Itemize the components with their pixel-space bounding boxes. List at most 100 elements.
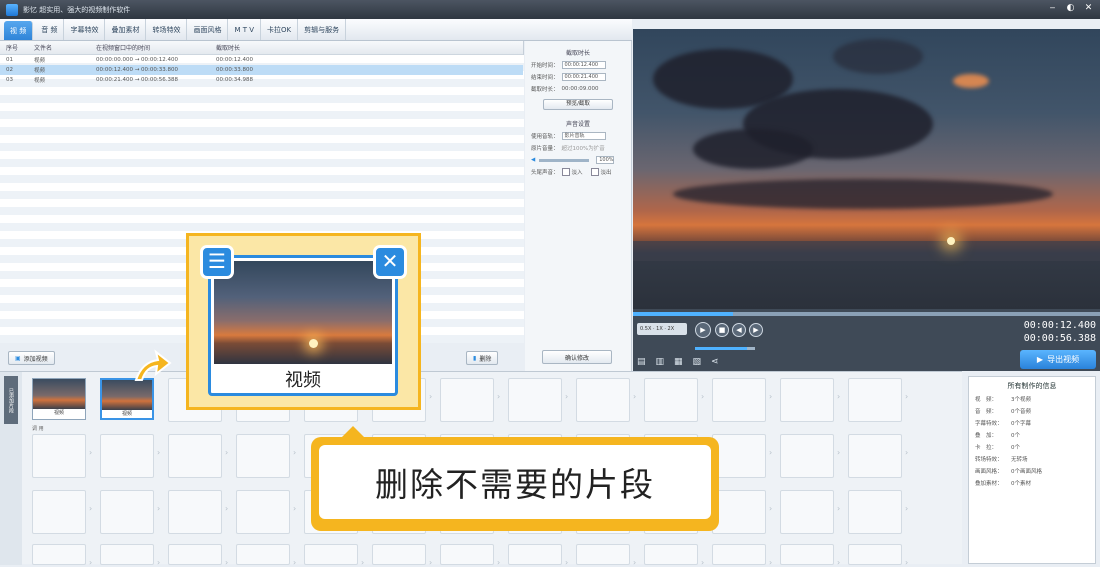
timeline-empty-slot[interactable] [440,378,494,422]
timeline-empty-slot[interactable] [100,544,154,565]
tab-transition[interactable]: 转场特效 [146,19,188,40]
tab-overlay[interactable]: 叠加素材 [105,19,147,40]
prev-frame-icon[interactable]: ◀ [732,323,746,337]
timeline-empty-slot[interactable] [168,434,222,478]
timeline-clip[interactable]: 视频 [100,378,154,420]
tab-mtv[interactable]: M T V [228,19,262,40]
timeline-empty-slot[interactable] [712,490,766,534]
timeline-empty-slot[interactable] [644,544,698,565]
timeline-clip[interactable]: 视频 [32,378,86,420]
timeline-empty-slot[interactable] [508,378,562,422]
timeline-empty-slot[interactable] [372,544,426,565]
save-icon[interactable]: ▦ [674,357,683,367]
section-clip-duration: 截取时长 [565,50,590,57]
chevron-right-icon: › [905,448,909,457]
volume-slider-player[interactable] [695,347,755,350]
timeline-empty-slot[interactable] [168,544,222,565]
timeline-empty-slot[interactable] [848,544,902,565]
timeline-empty-slot[interactable] [100,434,154,478]
timeline-empty-slot[interactable] [236,434,290,478]
chevron-right-icon: › [701,392,705,401]
volume-field[interactable]: 100% [596,156,615,164]
tab-service[interactable]: 剪辑与服务 [298,19,347,40]
timeline-empty-slot[interactable] [780,544,834,565]
close-icon[interactable]: ✕ [1083,3,1094,14]
info-row: 画面风格： 0个画面风格 [975,469,1042,475]
timeline-empty-slot[interactable] [32,490,86,534]
tab-audio[interactable]: 音 频 [35,19,65,40]
add-video-button[interactable]: ▣ 添加视频 [8,351,55,365]
open-icon[interactable]: ▥ [656,357,665,367]
end-time-field[interactable]: 00:00:21.400 [561,73,606,81]
timeline-empty-slot[interactable] [848,490,902,534]
timeline-empty-slot[interactable] [644,378,698,422]
restore-icon[interactable]: ◐ [1065,3,1076,14]
timeline-empty-slot[interactable] [576,378,630,422]
timeline-empty-slot[interactable] [712,378,766,422]
chevron-right-icon: › [837,504,841,513]
timeline-empty-slot[interactable] [32,434,86,478]
speed-control[interactable]: 0.5X · 1X · 2X [637,323,687,335]
playback-progress[interactable] [633,312,1100,316]
timeline-empty-slot[interactable] [780,434,834,478]
tab-video[interactable]: 视 频 [4,21,34,40]
timeline-empty-slot[interactable] [576,544,630,565]
timeline-empty-slot[interactable] [508,544,562,565]
share-icon[interactable]: ⋖ [711,357,719,367]
delete-button[interactable]: ▮ 删除 [466,351,499,365]
zoomed-clip-card[interactable]: 视频 [208,255,398,396]
list-icon[interactable]: ☰ [200,245,234,279]
tab-karaoke[interactable]: 卡拉OK [261,19,299,40]
timeline-empty-slot[interactable] [848,378,902,422]
minimize-icon[interactable]: ‒ [1047,3,1058,14]
next-frame-icon[interactable]: ▶ [749,323,763,337]
info-row: 叠 加： 0个 [975,433,1020,439]
chevron-right-icon: › [565,558,569,567]
timeline-empty-slot[interactable] [780,490,834,534]
tab-style[interactable]: 画面风格 [187,19,229,40]
timeline-empty-slot[interactable] [168,490,222,534]
start-time-field[interactable]: 00:00:12.400 [561,61,606,69]
add-video-icon: ▣ [15,354,21,362]
volume-slider[interactable] [539,158,590,162]
folder-icon[interactable]: ▤ [637,357,646,367]
app-logo-icon [6,3,18,16]
timeline-empty-slot[interactable] [712,434,766,478]
timeline-empty-slot[interactable] [780,378,834,422]
timeline-empty-slot[interactable] [440,544,494,565]
header-name: 文件名 [34,45,53,52]
timeline-empty-slot[interactable] [100,490,154,534]
zoomed-clip-thumbnail [214,261,392,364]
table-row[interactable]: 01 视频 00:00:00.000 → 00:00:12.400 00:00:… [0,55,523,65]
trash-icon: ▮ [473,354,477,362]
chevron-right-icon: › [157,558,161,567]
tab-subtitle[interactable]: 字幕特效 [64,19,106,40]
chevron-right-icon: › [769,558,773,567]
chevron-right-icon: › [497,558,501,567]
chevron-right-icon: › [293,504,297,513]
table-row[interactable]: 03 视频 00:00:21.400 → 00:00:56.388 00:00:… [0,75,523,85]
video-preview[interactable] [633,29,1100,309]
timeline-empty-slot[interactable] [236,544,290,565]
chevron-right-icon: › [905,504,909,513]
callout-text: 删除不需要的片段 [319,445,711,519]
timeline-empty-slot[interactable] [236,490,290,534]
preview-clip-button[interactable]: 预览/截取 [543,99,613,110]
export-video-button[interactable]: ▶ 导出视频 [1020,350,1096,369]
snapshot-icon[interactable]: ▧ [693,357,702,367]
play-icon[interactable]: ▶ [695,322,711,338]
confirm-button[interactable]: 确认修改 [542,350,612,364]
timeline-empty-slot[interactable] [712,544,766,565]
info-row: 字幕特效： 0个字幕 [975,421,1031,427]
fade-out-checkbox[interactable] [590,168,599,176]
audio-track-select[interactable]: 影片音轨 [561,132,606,140]
stop-icon[interactable]: ■ [715,323,729,337]
timeline-empty-slot[interactable] [304,544,358,565]
timeline-vertical-tab[interactable]: 已添加片段 [4,376,18,424]
timeline-empty-slot[interactable] [848,434,902,478]
close-icon[interactable]: ✕ [373,245,407,279]
chevron-right-icon: › [89,558,93,567]
table-row[interactable]: 02 视频 00:00:12.400 → 00:00:33.800 00:00:… [0,65,523,75]
timeline-empty-slot[interactable] [32,544,86,565]
fade-in-checkbox[interactable] [561,168,570,176]
